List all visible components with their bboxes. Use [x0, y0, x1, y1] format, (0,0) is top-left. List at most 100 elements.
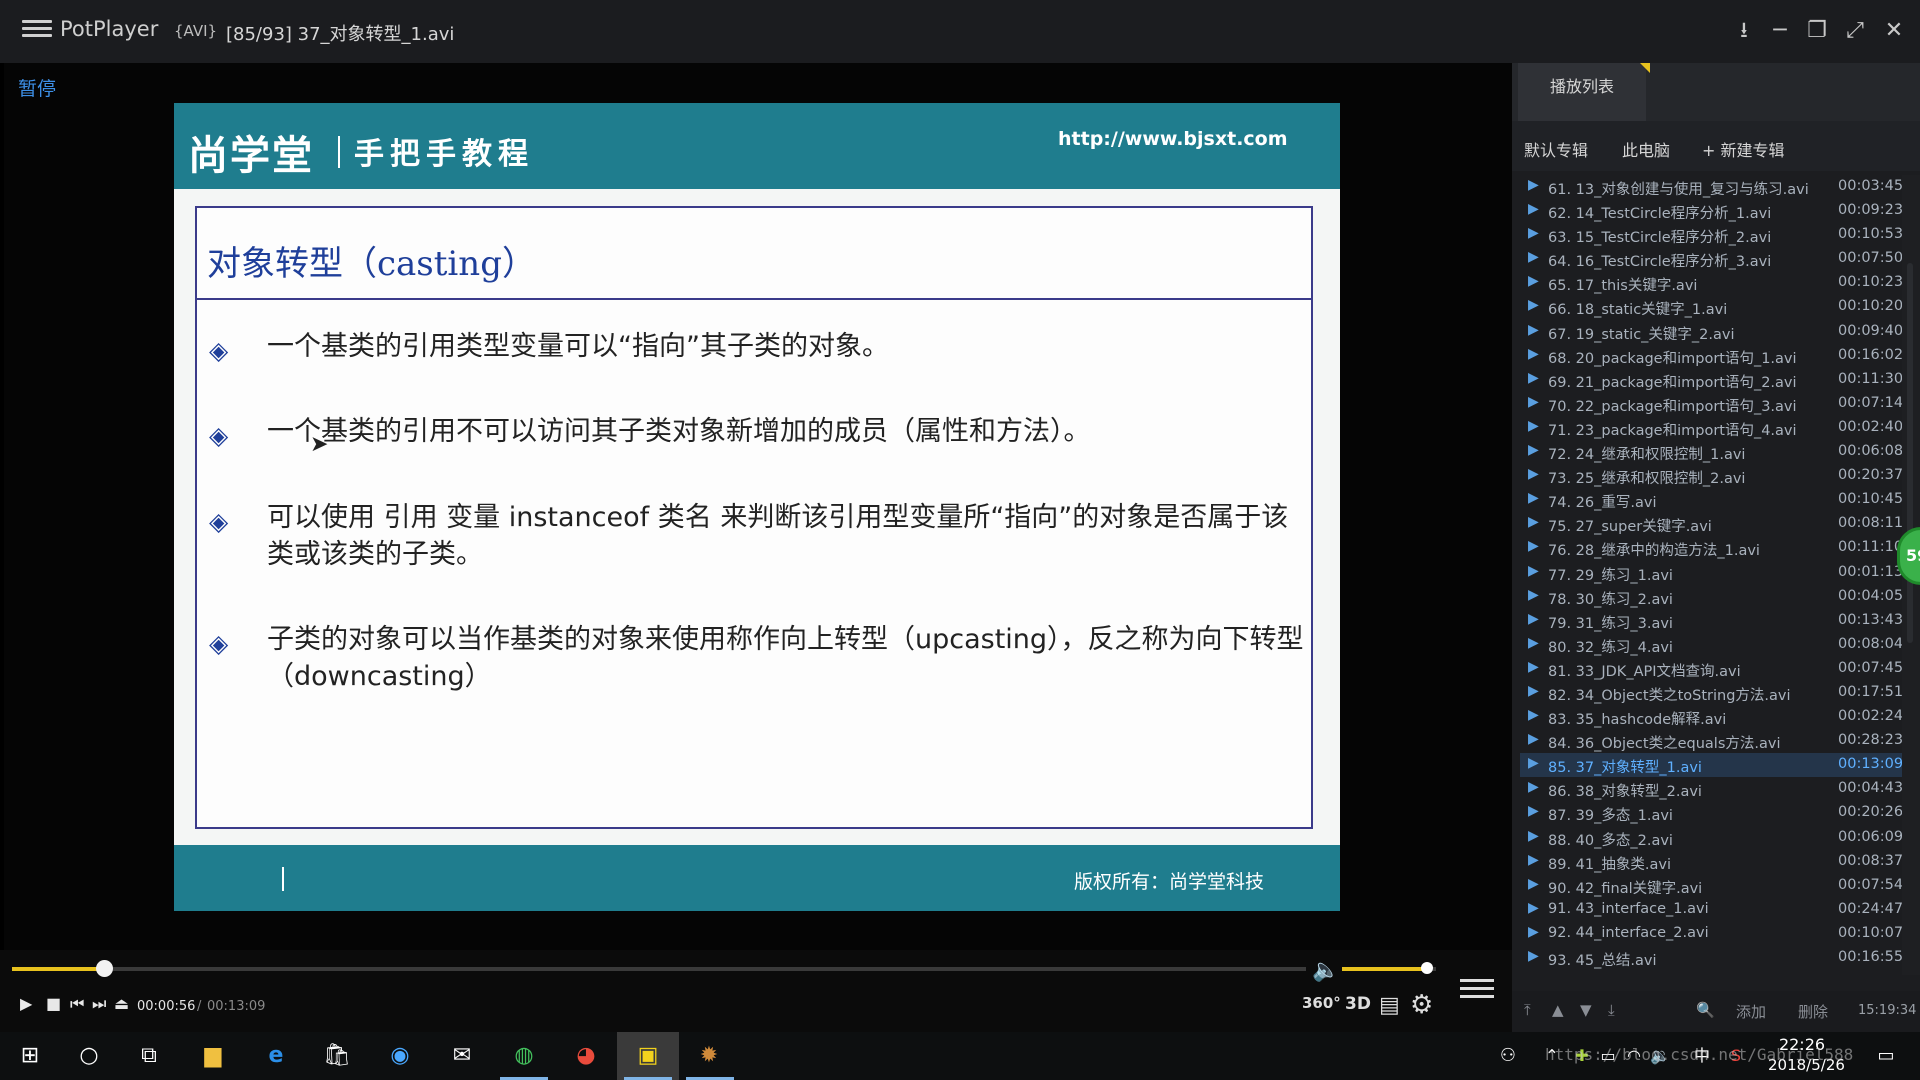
delete-button[interactable]: 删除	[1798, 1001, 1828, 1022]
vr-360-button[interactable]: 360°	[1302, 994, 1341, 1012]
playlist-item[interactable]: ▶ 85. 37_对象转型_1.avi 00:13:09	[1520, 753, 1902, 778]
play-icon: ▶	[1528, 369, 1539, 386]
previous-icon[interactable]: ⏮	[70, 994, 84, 1014]
playlist-item[interactable]: ▶ 71. 23_package和import语句_4.avi 00:02:40	[1520, 416, 1902, 440]
playlist-item-name: 85. 37_对象转型_1.avi	[1548, 760, 1702, 777]
playlist-item[interactable]: ▶ 64. 16_TestCircle程序分析_3.avi 00:07:50	[1520, 247, 1902, 271]
play-icon: ▶	[1528, 201, 1539, 218]
watermark-text: https://blog.csdn.net/Gabriel588	[1545, 1045, 1854, 1064]
playlist-item-name: 81. 33_JDK_API文档查询.avi	[1548, 663, 1741, 680]
playlist-item[interactable]: ▶ 73. 25_继承和权限控制_2.avi 00:20:37	[1520, 464, 1902, 488]
chapter-list-icon[interactable]: ▤	[1379, 993, 1400, 1018]
playlist-item-duration: 00:02:24	[1838, 708, 1902, 725]
stop-icon[interactable]: ■	[46, 994, 61, 1013]
playlist-item[interactable]: ▶ 76. 28_继承中的构造方法_1.avi 00:11:10	[1520, 536, 1902, 560]
main-menu-button[interactable]	[22, 16, 52, 46]
playlist-item[interactable]: ▶ 62. 14_TestCircle程序分析_1.avi 00:09:23	[1520, 199, 1902, 223]
playlist-item[interactable]: ▶ 67. 19_static_关键字_2.avi 00:09:40	[1520, 320, 1902, 344]
playlist-item[interactable]: ▶ 78. 30_练习_2.avi 00:04:05	[1520, 585, 1902, 609]
playlist-item[interactable]: ▶ 72. 24_继承和权限控制_1.avi 00:06:08	[1520, 440, 1902, 464]
playlist-item[interactable]: ▶ 65. 17_this关键字.avi 00:10:23	[1520, 271, 1902, 295]
playlist-item[interactable]: ▶ 70. 22_package和import语句_3.avi 00:07:14	[1520, 392, 1902, 416]
play-icon[interactable]: ▶	[20, 994, 32, 1013]
mail-icon[interactable]: ✉	[446, 1040, 478, 1072]
playlist-item[interactable]: ▶ 90. 42_final关键字.avi 00:07:54	[1520, 874, 1902, 898]
playlist-item-duration: 00:20:37	[1838, 467, 1902, 484]
volume-handle[interactable]	[1421, 962, 1433, 974]
playlist-item[interactable]: ▶ 91. 43_interface_1.avi 00:24:47	[1520, 898, 1902, 922]
playlist-item[interactable]: ▶ 88. 40_多态_2.avi 00:06:09	[1520, 826, 1902, 850]
playlist-item[interactable]: ▶ 86. 38_对象转型_2.avi 00:04:43	[1520, 777, 1902, 801]
playlist-item[interactable]: ▶ 92. 44_interface_2.avi 00:10:07	[1520, 922, 1902, 946]
volume-icon[interactable]: 🔈	[1312, 958, 1339, 983]
compass-icon[interactable]: ◉	[384, 1040, 416, 1072]
playlist-item[interactable]: ▶ 87. 39_多态_1.avi 00:20:26	[1520, 801, 1902, 825]
play-icon: ▶	[1528, 490, 1539, 507]
slide-url: http://www.bjsxt.com	[1058, 128, 1288, 150]
playlist-item[interactable]: ▶ 81. 33_JDK_API文档查询.avi 00:07:45	[1520, 657, 1902, 681]
play-icon: ▶	[1528, 393, 1539, 410]
playlist-item[interactable]: ▶ 79. 31_练习_3.avi 00:13:43	[1520, 609, 1902, 633]
3d-button[interactable]: 3D	[1345, 994, 1371, 1014]
playlist-item[interactable]: ▶ 84. 36_Object类之equals方法.avi 00:28:23	[1520, 729, 1902, 753]
chrome-icon[interactable]: ◕	[570, 1040, 602, 1072]
cortana-search-icon[interactable]: ○	[73, 1040, 105, 1072]
seek-bar[interactable]	[12, 967, 1306, 971]
windows-start-icon[interactable]: ⊞	[14, 1040, 46, 1072]
fullscreen-button[interactable]: ⤢	[1837, 14, 1873, 48]
gear-app-icon[interactable]: ✹	[693, 1040, 725, 1072]
playlist-item[interactable]: ▶ 69. 21_package和import语句_2.avi 00:11:30	[1520, 368, 1902, 392]
restore-button[interactable]: ❐	[1799, 14, 1835, 48]
close-button[interactable]: ✕	[1876, 14, 1912, 48]
playlist-item-name: 83. 35_hashcode解释.avi	[1548, 712, 1727, 729]
seek-progress	[12, 967, 104, 971]
new-album-button[interactable]: + 新建专辑	[1702, 137, 1785, 161]
tab-default-album[interactable]: 默认专辑	[1524, 137, 1588, 161]
divider	[282, 867, 284, 891]
store-icon[interactable]: 🛍	[321, 1040, 353, 1072]
playlist-item[interactable]: ▶ 80. 32_练习_4.avi 00:08:04	[1520, 633, 1902, 657]
move-bottom-icon[interactable]: ⤓	[1608, 1001, 1615, 1019]
playlist-item[interactable]: ▶ 74. 26_重写.avi 00:10:45	[1520, 488, 1902, 512]
playlist-item[interactable]: ▶ 66. 18_static关键字_1.avi 00:10:20	[1520, 295, 1902, 319]
tab-playlist[interactable]: 播放列表	[1518, 63, 1646, 121]
file-explorer-icon[interactable]: ▆	[197, 1040, 229, 1072]
add-button[interactable]: 添加	[1736, 1001, 1766, 1022]
playlist-item[interactable]: ▶ 89. 41_抽象类.avi 00:08:37	[1520, 850, 1902, 874]
seek-handle[interactable]	[96, 960, 113, 977]
search-icon[interactable]: 🔍	[1696, 1001, 1715, 1019]
people-icon[interactable]: ⚇	[1492, 1040, 1524, 1072]
playlist-item[interactable]: ▶ 75. 27_super关键字.avi 00:08:11	[1520, 512, 1902, 536]
playlist-item-name: 91. 43_interface_1.avi	[1548, 900, 1709, 917]
notification-icon[interactable]: ▭	[1870, 1040, 1902, 1072]
playlist-item[interactable]: ▶ 61. 13_对象创建与使用_复习与练习.avi 00:03:45	[1520, 175, 1902, 199]
play-icon: ▶	[1528, 899, 1539, 916]
task-view-icon[interactable]: ⧉	[133, 1040, 165, 1072]
playlist-item-name: 92. 44_interface_2.avi	[1548, 924, 1709, 941]
pin-icon[interactable]: ⭳	[1726, 14, 1762, 48]
title-bar: PotPlayer {AVI} [85/93] 37_对象转型_1.avi ⭳ …	[0, 0, 1920, 63]
playlist-item-name: 78. 30_练习_2.avi	[1548, 591, 1673, 608]
eject-icon[interactable]: ⏏	[114, 994, 129, 1013]
gear-icon[interactable]: ⚙	[1410, 990, 1433, 1020]
move-up-icon[interactable]: ▲	[1552, 1001, 1564, 1019]
album-tabs: 默认专辑 此电脑 + 新建专辑	[1512, 121, 1920, 171]
playlist-item[interactable]: ▶ 63. 15_TestCircle程序分析_2.avi 00:10:53	[1520, 223, 1902, 247]
tab-this-pc[interactable]: 此电脑	[1622, 137, 1670, 161]
move-down-icon[interactable]: ▼	[1580, 1001, 1592, 1019]
diamond-bullet-icon: ◈	[209, 507, 229, 536]
playlist-item[interactable]: ▶ 77. 29_练习_1.avi 00:01:13	[1520, 561, 1902, 585]
browser-360-icon[interactable]: ◍	[508, 1040, 540, 1072]
edge-browser-icon[interactable]: e	[260, 1040, 292, 1072]
playlist-item[interactable]: ▶ 93. 45_总结.avi 00:16:55	[1520, 946, 1902, 970]
playlist-item[interactable]: ▶ 82. 34_Object类之toString方法.avi 00:17:51	[1520, 681, 1902, 705]
move-top-icon[interactable]: ⤒	[1524, 1001, 1531, 1019]
playlist-toggle-button[interactable]	[1460, 974, 1494, 1004]
scrollbar-thumb[interactable]	[1907, 263, 1913, 643]
playlist-item[interactable]: ▶ 83. 35_hashcode解释.avi 00:02:24	[1520, 705, 1902, 729]
playlist-item-duration: 00:08:04	[1838, 635, 1902, 652]
potplayer-icon[interactable]: ▣	[632, 1040, 664, 1072]
next-icon[interactable]: ⏭	[92, 994, 106, 1014]
playlist-item[interactable]: ▶ 68. 20_package和import语句_1.avi 00:16:02	[1520, 344, 1902, 368]
minimize-button[interactable]: ─	[1762, 14, 1798, 48]
